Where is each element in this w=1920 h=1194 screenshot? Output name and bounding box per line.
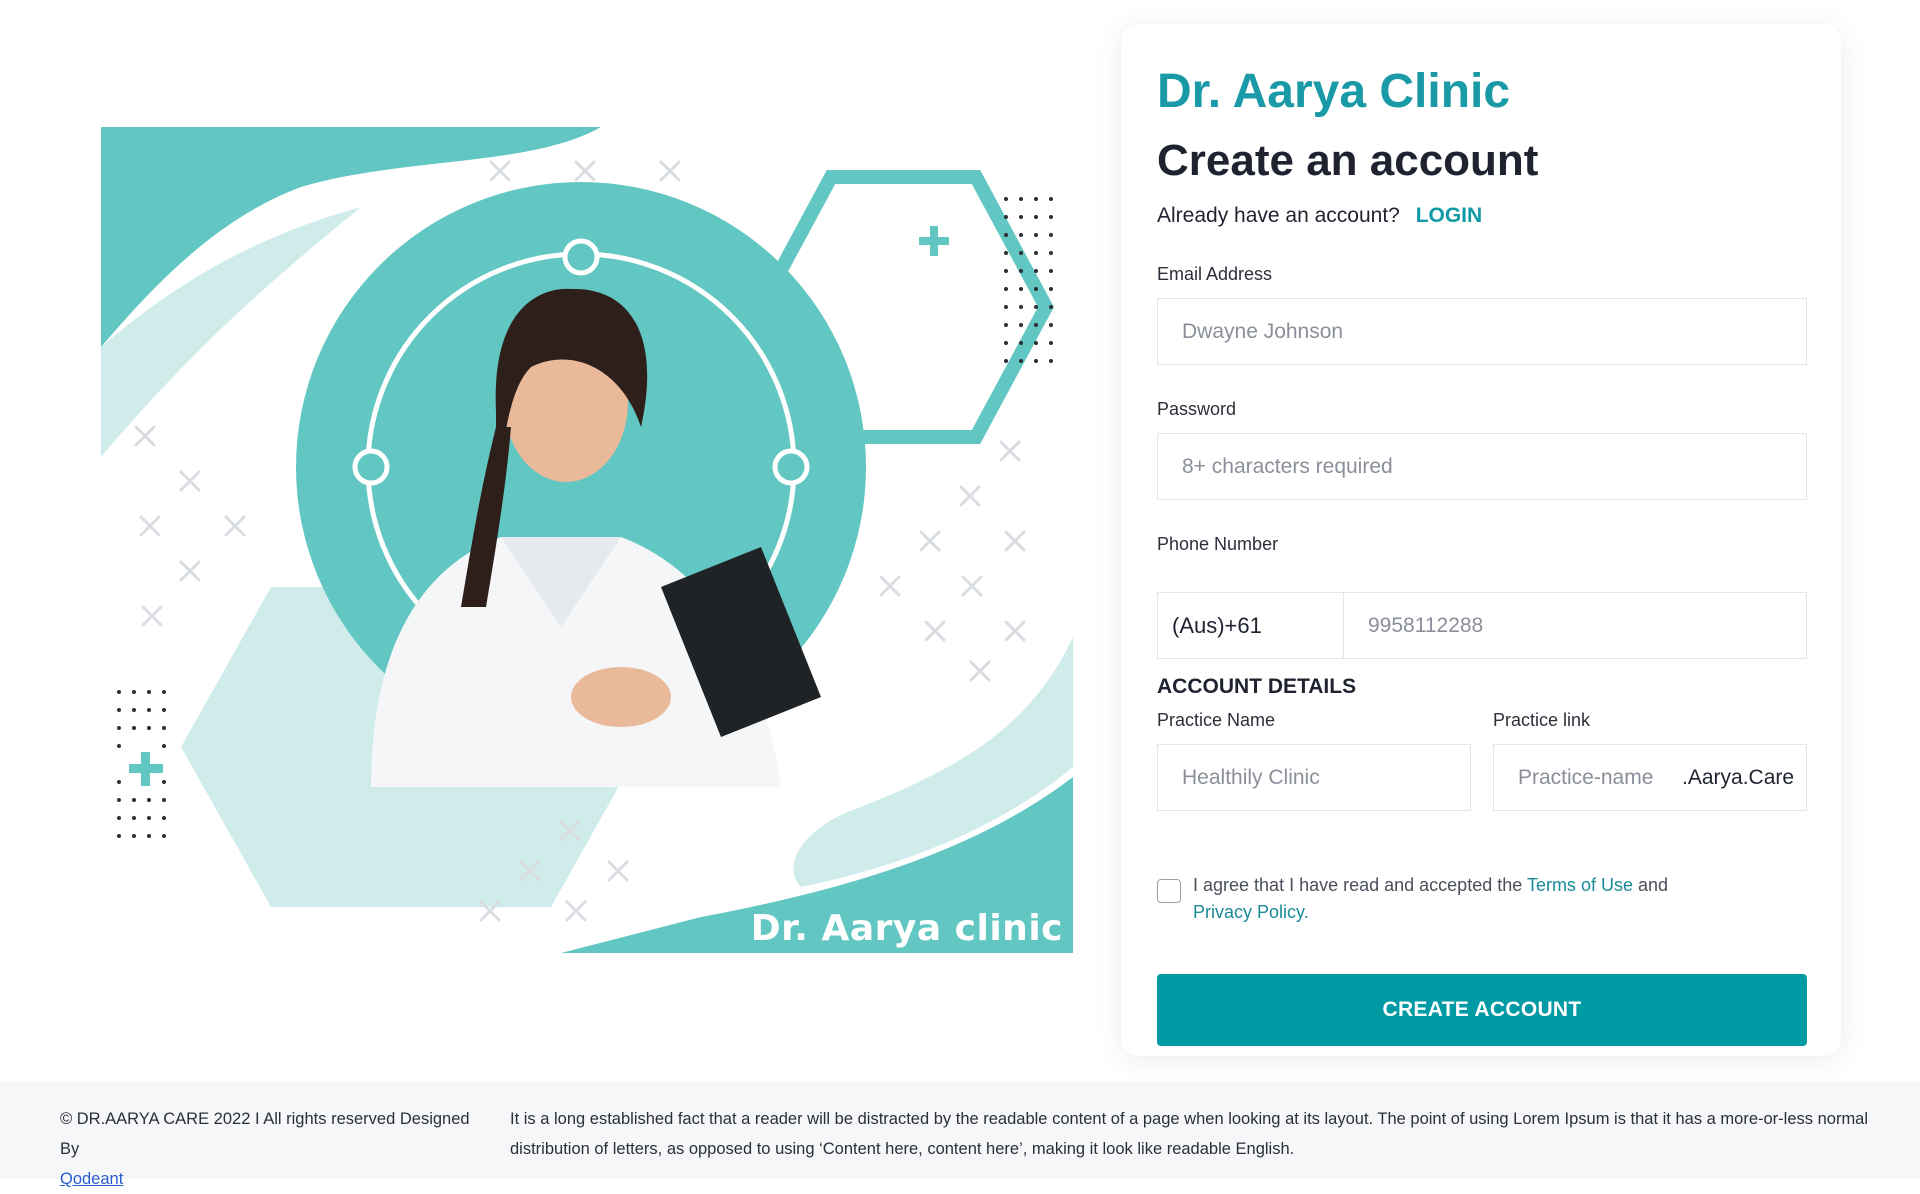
footer-description: It is a long established fact that a rea… [510,1110,1869,1158]
practice-link-label: Practice link [1493,710,1591,730]
terms-of-use-link[interactable]: Terms of Use [1527,875,1633,895]
privacy-policy-link[interactable]: Privacy Policy. [1193,902,1309,922]
page-title: Create an account [1157,136,1539,185]
password-field[interactable] [1157,433,1807,500]
terms-and: and [1637,875,1669,895]
create-account-button[interactable]: CREATE ACCOUNT [1157,974,1807,1046]
signup-card: Dr. Aarya Clinic Create an account Alrea… [1121,24,1841,1056]
password-label: Password [1157,399,1237,419]
copyright-text: © DR.AARYA CARE 2022 I All rights reserv… [60,1110,470,1158]
terms-checkbox[interactable] [1157,879,1181,903]
phone-field[interactable] [1343,592,1807,659]
account-details-title: ACCOUNT DETAILS [1157,675,1357,698]
footer: © DR.AARYA CARE 2022 I All rights reserv… [0,1082,1920,1188]
practice-name-label: Practice Name [1157,710,1276,730]
terms-text: I agree that I have read and accepted th… [1193,872,1713,926]
login-prompt: Already have an account? LOGIN [1157,204,1482,228]
login-link[interactable]: LOGIN [1416,204,1483,227]
phone-country-code[interactable]: (Aus)+61 [1157,592,1343,659]
practice-name-field[interactable] [1157,744,1471,811]
illustration-graphic [101,127,1073,953]
footer-copyright: © DR.AARYA CARE 2022 I All rights reserv… [60,1104,490,1194]
doctor-illustration: Dr. Aarya clinic [101,127,1073,953]
brand-title: Dr. Aarya Clinic [1157,65,1511,118]
illustration-caption: Dr. Aarya clinic [750,908,1063,949]
email-field[interactable] [1157,298,1807,365]
phone-label: Phone Number [1157,534,1279,554]
designer-link[interactable]: Qodeant [60,1170,123,1188]
email-label: Email Address [1157,264,1273,284]
terms-prefix: I agree that I have read and accepted th… [1193,875,1523,895]
login-prompt-text: Already have an account? [1157,204,1400,227]
practice-link-suffix: .Aarya.Care [1682,765,1795,789]
